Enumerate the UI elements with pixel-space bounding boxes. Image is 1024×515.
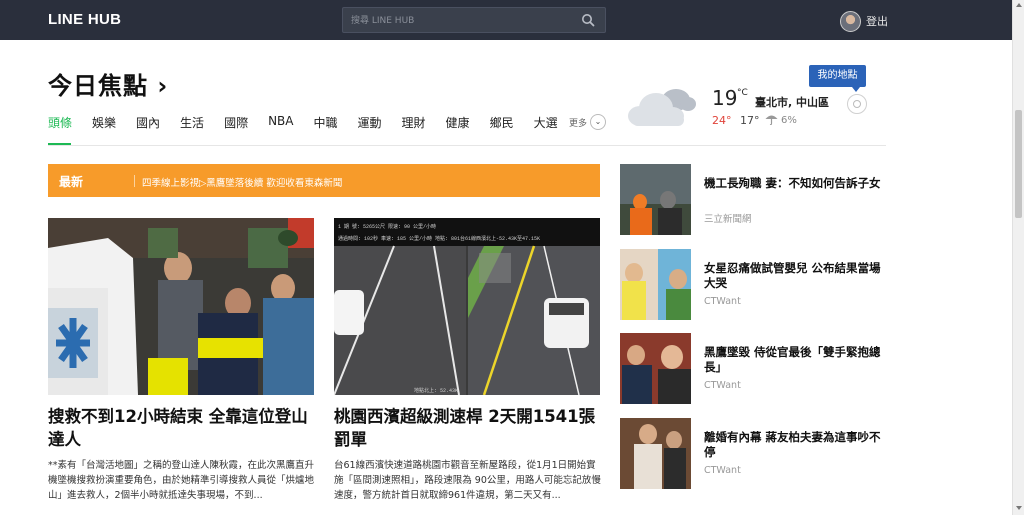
banner-text[interactable]: 四季線上影視▷黑鷹墜落後續 歡迎收看東森新聞	[142, 175, 342, 189]
article-source: CTWant	[704, 296, 741, 307]
tab-finance[interactable]: 理財	[402, 114, 426, 131]
avatar[interactable]	[840, 11, 861, 32]
location-icon[interactable]	[847, 94, 867, 114]
tab-health[interactable]: 健康	[446, 114, 470, 131]
temperature: 19	[712, 86, 738, 110]
list-item[interactable]: 離婚有內幕 蔣友柏夫妻為這事吵不停 CTWant	[620, 418, 886, 490]
search-box	[342, 7, 606, 33]
category-tabs: 頭條 娛樂 國內 生活 國際 NBA 中職 運動 理財 健康 鄉民 大選	[48, 114, 578, 131]
divider	[48, 145, 886, 146]
banner-tag: 最新	[59, 175, 84, 189]
search-input[interactable]	[349, 12, 573, 30]
chevron-down-icon[interactable]: ⌄	[590, 114, 606, 130]
tab-life[interactable]: 生活	[180, 114, 204, 131]
thumbnail-image[interactable]	[620, 418, 691, 489]
banner-separator	[134, 175, 135, 187]
scrollbar[interactable]	[1012, 0, 1024, 515]
rain-probability: 6%	[781, 115, 797, 126]
tooltip-arrow	[852, 87, 860, 92]
speed-overlay-line1: 1 期 號: 5265公尺 限速: 90 公里/小時	[338, 223, 436, 230]
breaking-news-banner[interactable]: 最新 四季線上影視▷黑鷹墜落後續 歡迎收看東森新聞 ›	[48, 164, 636, 197]
article-description: **素有「台灣活地圖」之稱的登山達人陳秋霞，在此次黑鷹直升機墜機搜救扮演重要角色…	[48, 460, 315, 501]
article-source: CTWant	[704, 380, 741, 391]
scroll-down-icon[interactable]	[1016, 506, 1022, 510]
brand-logo[interactable]: LINE HUB	[48, 11, 121, 28]
article-source: 三立新聞網	[704, 214, 752, 225]
tab-nba[interactable]: NBA	[268, 114, 293, 131]
low-temperature: 17°	[740, 114, 760, 127]
tab-domestic[interactable]: 國內	[136, 114, 160, 131]
tab-entertainment[interactable]: 娛樂	[92, 114, 116, 131]
article-title[interactable]: 離婚有內幕 蔣友柏夫妻為這事吵不停	[704, 430, 888, 460]
my-location-button[interactable]: 我的地點	[809, 65, 866, 87]
thumbnail-image[interactable]	[620, 164, 691, 235]
page-title[interactable]: 今日焦點 ›	[48, 66, 168, 101]
article-title[interactable]: 搜救不到12小時結束 全靠這位登山達人	[48, 405, 316, 451]
scrollbar-thumb[interactable]	[1015, 110, 1022, 218]
list-item[interactable]: 黑鷹墜毀 侍從官最後「雙手緊抱總長」 CTWant	[620, 333, 886, 405]
weather-city[interactable]: 臺北市, 中山區	[755, 94, 829, 110]
article-image-rescue[interactable]	[48, 218, 314, 395]
article-title[interactable]: 機工長殉職 妻：不知如何告訴子女	[704, 176, 888, 191]
search-icon[interactable]	[581, 13, 595, 27]
article-source: CTWant	[704, 465, 741, 476]
tab-election[interactable]: 大選	[534, 114, 558, 131]
thumbnail-image[interactable]	[620, 249, 691, 320]
more-label[interactable]: 更多	[569, 116, 587, 129]
article-title[interactable]: 桃園西濱超級測速桿 2天開1541張罰單	[334, 405, 602, 451]
tab-cpbl[interactable]: 中職	[314, 114, 338, 131]
list-item[interactable]: 機工長殉職 妻：不知如何告訴子女 三立新聞網	[620, 164, 886, 236]
temperature-unit: °C	[737, 88, 748, 98]
tab-sports[interactable]: 運動	[358, 114, 382, 131]
speed-overlay-stamp: 地點北上: 52.43K	[414, 387, 458, 394]
top-bar: LINE HUB 登出	[0, 0, 1012, 40]
list-item[interactable]: 女星忍痛做試管嬰兒 公布結果當場大哭 CTWant	[620, 249, 886, 321]
tab-international[interactable]: 國際	[224, 114, 248, 131]
article-title[interactable]: 女星忍痛做試管嬰兒 公布結果當場大哭	[704, 261, 888, 291]
article-image-speed-camera[interactable]: 1 期 號: 5265公尺 限速: 90 公里/小時 通過時間: 102秒 車速…	[334, 218, 600, 395]
umbrella-icon	[765, 115, 778, 125]
speed-overlay-line2: 通過時間: 102秒 車速: 185 公里/小時 地點: 801台61線西濱北上…	[338, 235, 540, 242]
cloudy-weather-icon	[628, 89, 696, 126]
article-description: 台61線西濱快速道路桃園市觀音至新屋路段，從1月1日開始實施「區間測速照相」，路…	[334, 460, 601, 501]
tab-netizens[interactable]: 鄉民	[490, 114, 514, 131]
tab-headlines[interactable]: 頭條	[48, 114, 72, 131]
scroll-up-icon[interactable]	[1016, 3, 1022, 7]
high-temperature: 24°	[712, 114, 732, 127]
article-title[interactable]: 黑鷹墜毀 侍從官最後「雙手緊抱總長」	[704, 345, 888, 375]
logout-link[interactable]: 登出	[866, 13, 888, 29]
thumbnail-image[interactable]	[620, 333, 691, 404]
